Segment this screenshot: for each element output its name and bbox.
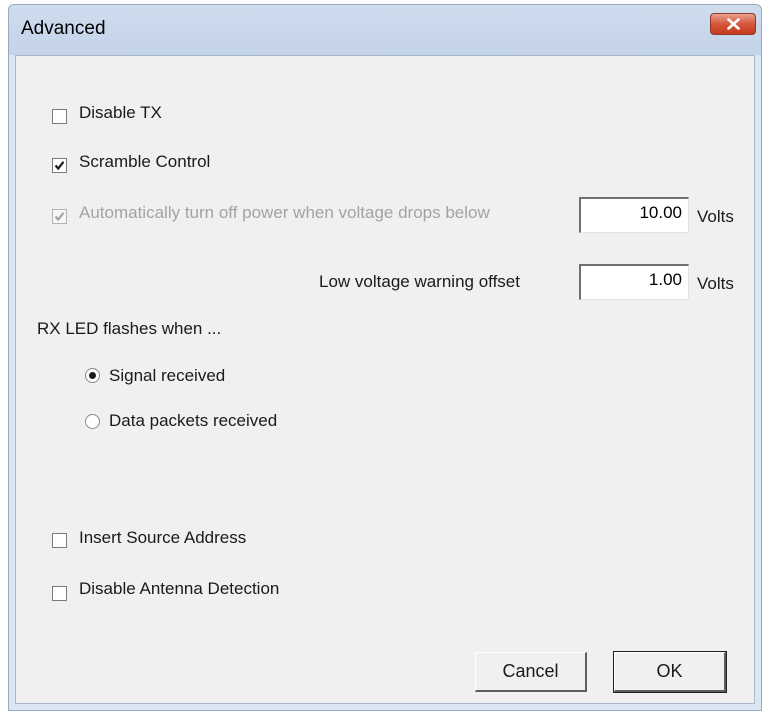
radio-selected-dot [89, 372, 96, 379]
disable-antenna-detection-label[interactable]: Disable Antenna Detection [79, 579, 279, 599]
power-off-voltage-input[interactable]: 10.00 [579, 197, 689, 233]
auto-power-off-label[interactable]: Automatically turn off power when voltag… [79, 203, 490, 223]
scramble-control-label[interactable]: Scramble Control [79, 152, 210, 172]
signal-received-label[interactable]: Signal received [109, 366, 225, 386]
low-voltage-offset-unit: Volts [697, 274, 734, 293]
rx-led-heading: RX LED flashes when ... [37, 319, 222, 338]
window-title: Advanced [21, 18, 106, 39]
scramble-control-checkbox[interactable] [52, 158, 67, 173]
auto-power-off-checkbox[interactable] [52, 209, 67, 224]
low-voltage-offset-label: Low voltage warning offset [319, 272, 520, 291]
ok-button[interactable]: OK [613, 651, 727, 693]
power-off-voltage-unit: Volts [697, 207, 734, 226]
close-icon [727, 18, 740, 30]
close-button[interactable] [710, 13, 756, 35]
data-packets-received-label[interactable]: Data packets received [109, 411, 277, 431]
low-voltage-offset-input[interactable]: 1.00 [579, 264, 689, 300]
data-packets-received-radio[interactable] [85, 414, 100, 429]
disable-tx-checkbox[interactable] [52, 109, 67, 124]
disable-antenna-detection-checkbox[interactable] [52, 586, 67, 601]
signal-received-radio[interactable] [85, 368, 100, 383]
cancel-button[interactable]: Cancel [475, 652, 587, 692]
checkmark-icon [54, 212, 65, 222]
insert-source-address-checkbox[interactable] [52, 533, 67, 548]
dialog-body: Disable TX Scramble Control Automaticall… [15, 55, 755, 704]
disable-tx-label[interactable]: Disable TX [79, 103, 162, 123]
checkmark-icon [54, 161, 65, 171]
advanced-dialog: Advanced Disable TX Scramble Control Aut… [8, 4, 762, 711]
insert-source-address-label[interactable]: Insert Source Address [79, 528, 246, 548]
title-bar[interactable]: Advanced [9, 5, 761, 55]
